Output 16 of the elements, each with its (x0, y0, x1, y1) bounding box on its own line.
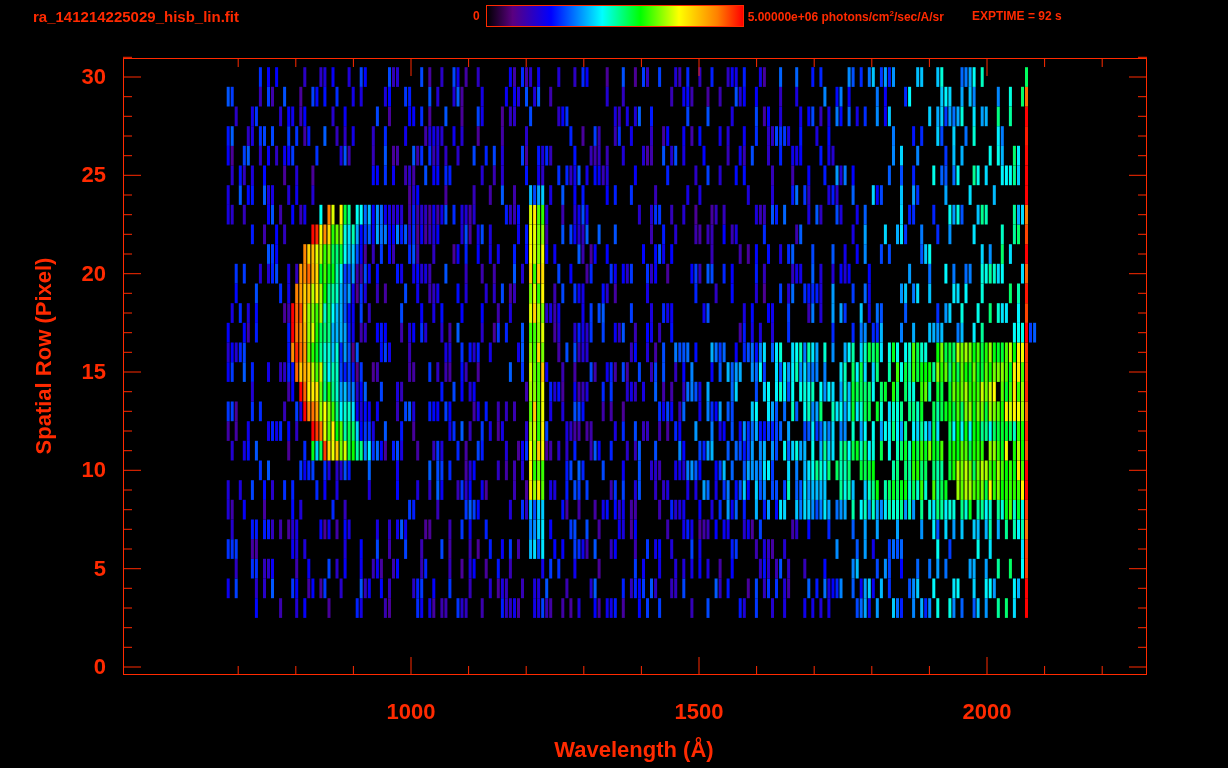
y-tick-label: 25 (81, 162, 106, 189)
y-tick-label: 30 (81, 64, 106, 90)
y-tick-label: 5 (93, 555, 106, 582)
x-axis-label: Wavelength (Å) (554, 737, 714, 762)
y-tick-label: 15 (81, 359, 106, 385)
y-tick-label: 20 (81, 260, 106, 287)
exposure-time-label: EXPTIME = 92 s (971, 9, 1062, 23)
y-axis-label: Spatial Row (Pixel) (31, 257, 57, 455)
file-title: ra_141214225029_hisb_lin.fit (33, 7, 240, 25)
colorbar-min-label: 0 (473, 9, 480, 23)
colorbar-max-label: 5.00000e+06 photons/cm$^{2}$/sec/A/sr (747, 8, 944, 24)
y-tick-label: 10 (81, 457, 106, 484)
x-tick-label: 1000 (386, 699, 436, 725)
x-tick-label: 2000 (962, 699, 1012, 725)
x-tick-label: 1500 (674, 699, 724, 725)
y-tick-label: 0 (93, 654, 106, 680)
